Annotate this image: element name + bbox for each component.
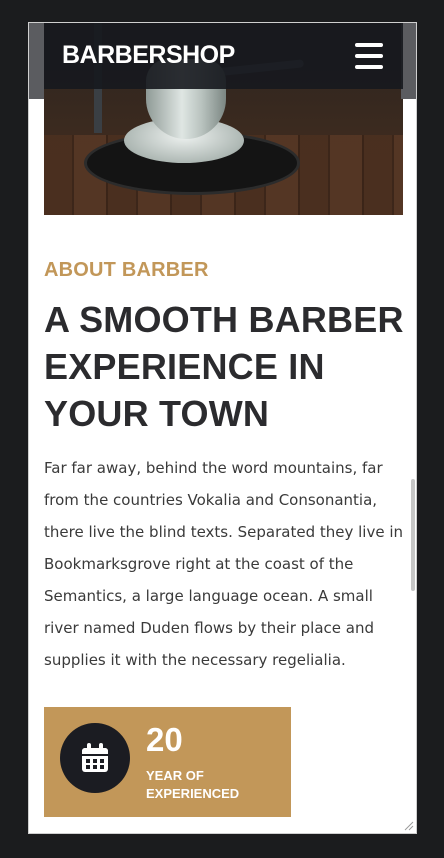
section-body-text: Far far away, behind the word mountains,… bbox=[44, 459, 404, 669]
navbar: BARBERSHOP bbox=[44, 23, 403, 89]
section-kicker: ABOUT BARBER bbox=[44, 259, 209, 281]
hamburger-line bbox=[355, 65, 383, 69]
stat-number: 20 bbox=[146, 721, 183, 758]
nav-shade-left bbox=[29, 23, 44, 99]
hamburger-line bbox=[355, 54, 383, 58]
calendar-icon-badge bbox=[60, 723, 130, 793]
brand-logo[interactable]: BARBERSHOP bbox=[62, 41, 235, 70]
hamburger-icon[interactable] bbox=[355, 43, 383, 69]
stat-label: YEAR OF EXPERIENCED bbox=[146, 768, 240, 801]
experience-stat-card: 20 YEAR OF EXPERIENCED bbox=[44, 707, 291, 817]
nav-shade-right bbox=[401, 23, 416, 99]
browser-viewport: BARBERSHOP ABOUT BARBER A SMOOTH BARBER … bbox=[28, 22, 417, 834]
calendar-icon bbox=[82, 743, 108, 772]
hamburger-line bbox=[355, 43, 383, 47]
scrollbar-thumb[interactable] bbox=[411, 479, 415, 591]
section-heading: A SMOOTH BARBER EXPERIENCE IN YOUR TOWN bbox=[44, 299, 404, 434]
resize-grip-icon[interactable] bbox=[402, 819, 414, 831]
